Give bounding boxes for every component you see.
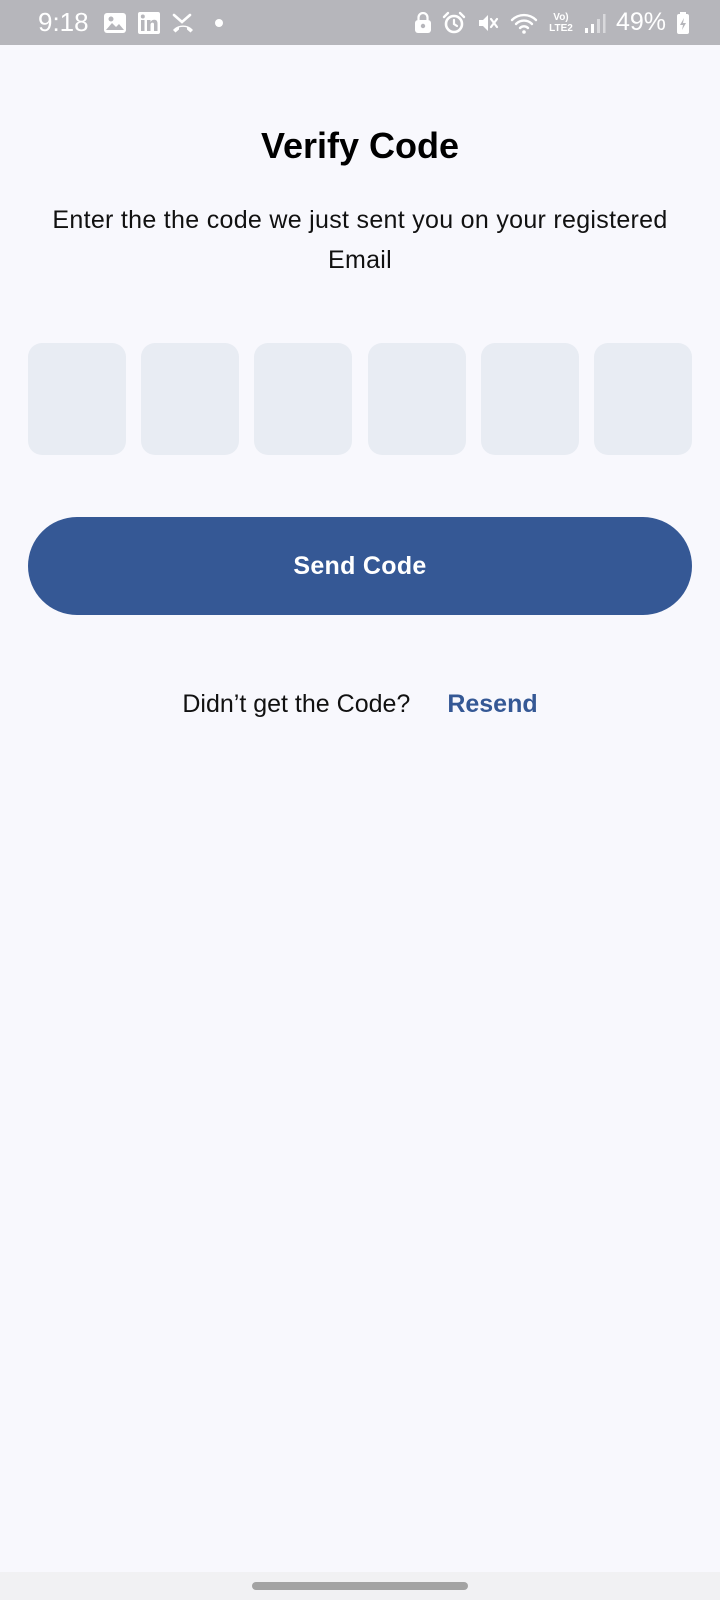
status-bar-left: 9:18: [38, 7, 223, 38]
resend-row: Didn’t get the Code? Resend: [0, 690, 720, 719]
signal-icon: [584, 12, 606, 34]
page-title: Verify Code: [260, 125, 460, 166]
missed-call-icon: [171, 11, 195, 35]
resend-link[interactable]: Resend: [447, 690, 537, 719]
send-code-button-label: Send Code: [293, 551, 427, 580]
send-code-button[interactable]: Send Code: [28, 517, 692, 615]
resend-prompt: Didn’t get the Code?: [182, 690, 411, 718]
battery-icon: [676, 11, 690, 35]
mute-icon: [476, 11, 500, 35]
status-bar-right: Vo) LTE2 49%: [414, 8, 690, 37]
home-indicator[interactable]: [252, 1582, 468, 1590]
alarm-icon: [442, 11, 466, 35]
code-digit-5[interactable]: [480, 343, 579, 455]
code-digit-4[interactable]: [367, 343, 466, 455]
image-icon: [103, 11, 127, 35]
code-digit-3[interactable]: [254, 343, 353, 455]
page-subtitle: Enter the the code we just sent you on y…: [52, 206, 668, 274]
code-digit-1[interactable]: [28, 343, 126, 455]
linkedin-icon: [137, 11, 161, 35]
battery-percentage: 49%: [615, 8, 666, 36]
wifi-icon: [510, 11, 538, 35]
status-bar: 9:18 Vo) LTE2 49%: [0, 0, 720, 45]
network-type-label: Vo) LTE2: [549, 11, 573, 34]
notification-dot: [214, 18, 223, 27]
lock-icon: [414, 11, 432, 34]
code-digit-6[interactable]: [593, 343, 692, 455]
code-digit-2[interactable]: [141, 343, 240, 455]
status-time: 9:18: [38, 7, 89, 37]
verification-code-inputs: [28, 343, 692, 455]
